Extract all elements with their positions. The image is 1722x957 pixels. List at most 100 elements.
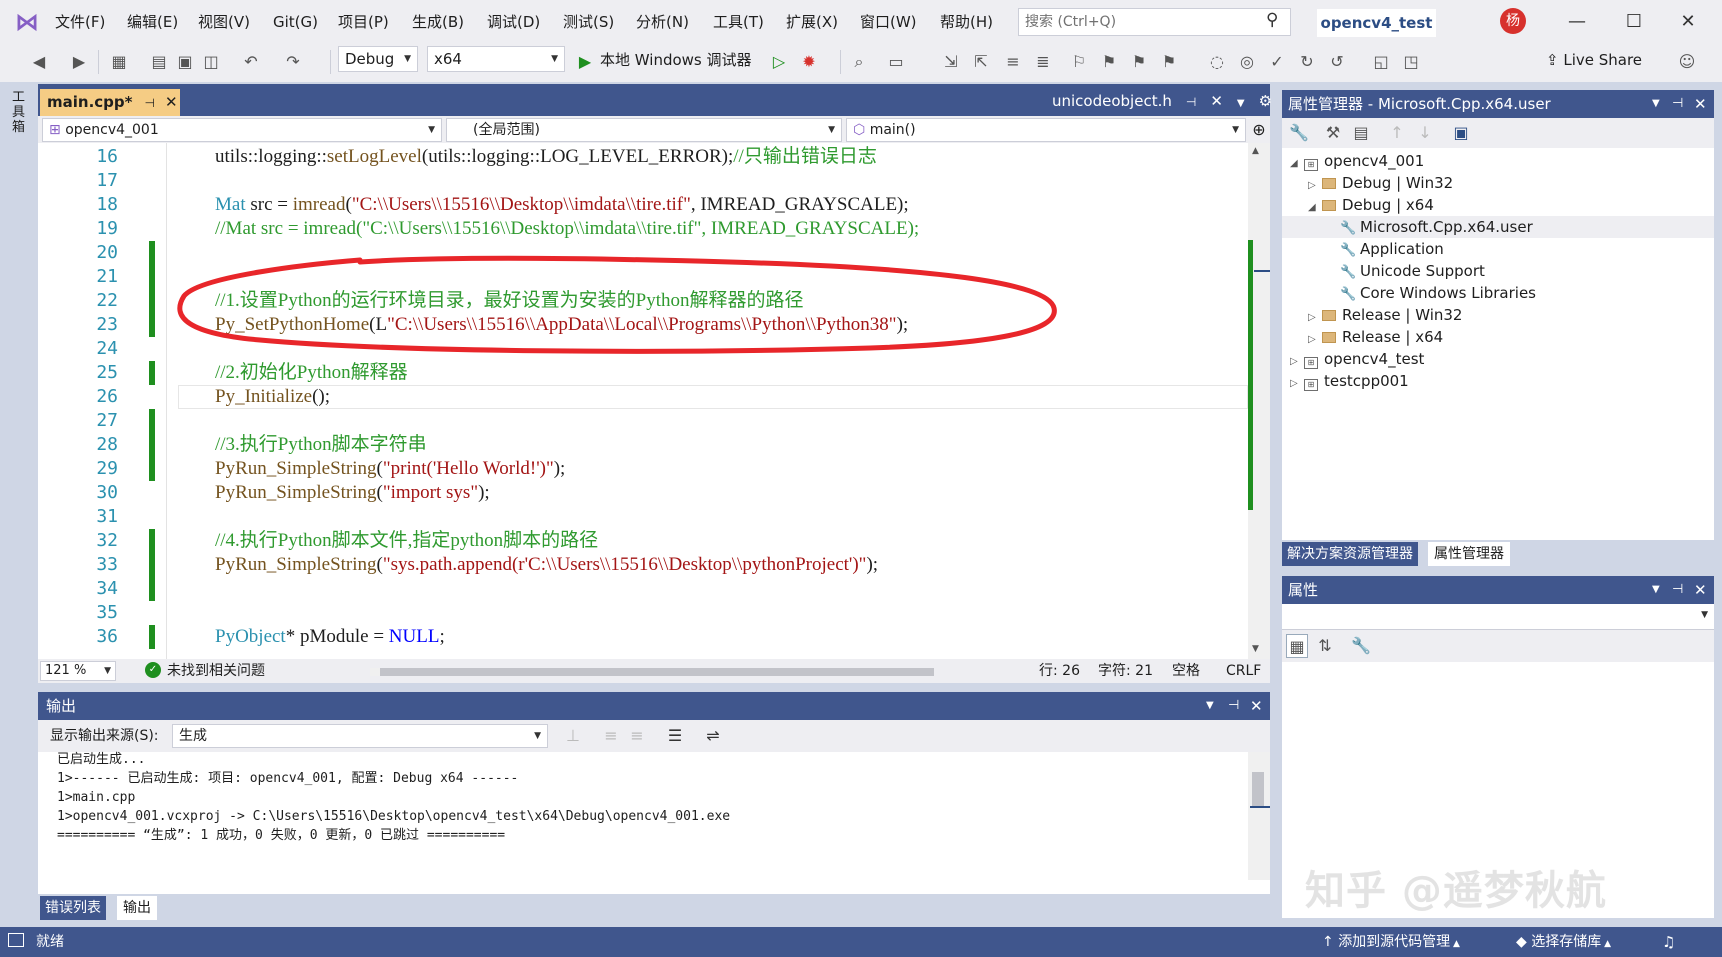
menu-analyze[interactable]: 分析(N) bbox=[636, 11, 689, 33]
expanded-icon[interactable]: ◢ bbox=[1308, 197, 1322, 219]
search-input[interactable]: 搜索 (Ctrl+Q) bbox=[1018, 8, 1291, 36]
tree-node-unicode-support[interactable]: 🔧 Unicode Support bbox=[1340, 260, 1485, 282]
pin-icon[interactable]: ⊣ bbox=[144, 96, 154, 110]
live-share-button[interactable]: ⇪ Live Share bbox=[1546, 48, 1642, 72]
properties-object-dropdown[interactable]: ▼ bbox=[1282, 604, 1714, 630]
add-to-source-control[interactable]: ↑ 添加到源代码管理 ▲ bbox=[1322, 927, 1460, 957]
menu-window[interactable]: 窗口(W) bbox=[860, 11, 917, 33]
tree-node-core-windows-libraries[interactable]: 🔧 Core Windows Libraries bbox=[1340, 282, 1536, 304]
tree-node-application[interactable]: 🔧 Application bbox=[1340, 238, 1444, 260]
code-line-32[interactable]: //4.执行Python脚本文件,指定python脚本的路径 bbox=[215, 529, 598, 553]
menu-test[interactable]: 测试(S) bbox=[563, 11, 614, 33]
categorized-icon[interactable]: ▦ bbox=[1286, 634, 1308, 658]
tab-error-list[interactable]: 错误列表 bbox=[40, 896, 106, 920]
gear-icon[interactable]: ⚙ bbox=[1259, 92, 1272, 110]
user-avatar[interactable]: 杨 bbox=[1500, 8, 1526, 34]
tree-node-release-win32[interactable]: ▷ Release | Win32 bbox=[1308, 304, 1462, 326]
tab-solution-explorer[interactable]: 解决方案资源管理器 bbox=[1282, 542, 1418, 566]
open-file-icon[interactable]: ▤ bbox=[148, 50, 170, 74]
save-icon[interactable]: ▣ bbox=[174, 50, 196, 74]
check-icon[interactable]: ✓ bbox=[1266, 50, 1288, 74]
outdent-icon[interactable]: ≡ bbox=[1002, 50, 1024, 74]
menu-help[interactable]: 帮助(H) bbox=[940, 11, 993, 33]
menu-extensions[interactable]: 扩展(X) bbox=[786, 11, 838, 33]
menu-edit[interactable]: 编辑(E) bbox=[127, 11, 178, 33]
function-nav-dropdown[interactable]: ⬡ main() ▼ bbox=[846, 118, 1246, 142]
select-repository[interactable]: ◆ 选择存储库 ▲ bbox=[1516, 927, 1611, 957]
whitespace-mode[interactable]: 空格 bbox=[1172, 659, 1200, 683]
menu-tools[interactable]: 工具(T) bbox=[713, 11, 764, 33]
move-up-icon[interactable]: ↑ bbox=[1386, 121, 1408, 145]
notifications-icon[interactable]: ♫ bbox=[1662, 927, 1675, 957]
code-line-28[interactable]: //3.执行Python脚本字符串 bbox=[215, 433, 427, 457]
scroll-up-icon[interactable]: ▲ bbox=[1252, 146, 1259, 156]
chevron-down-icon[interactable]: ▼ bbox=[1652, 576, 1660, 604]
close-icon[interactable]: ✕ bbox=[1694, 576, 1707, 604]
move-down-icon[interactable]: ↓ bbox=[1414, 121, 1436, 145]
tab-output[interactable]: 输出 bbox=[117, 896, 157, 920]
start-debug-icon[interactable]: ▶ bbox=[574, 50, 596, 74]
zoom-dropdown[interactable]: 121 % ▼ bbox=[40, 661, 116, 681]
tab-property-manager[interactable]: 属性管理器 bbox=[1428, 542, 1510, 566]
new-project-icon[interactable]: ▦ bbox=[108, 50, 130, 74]
code-line-16[interactable]: utils::logging::setLogLevel(utils::loggi… bbox=[215, 145, 877, 169]
start-without-debug-icon[interactable]: ▷ bbox=[768, 50, 790, 74]
code-line-19[interactable]: //Mat src = imread("C:\\Users\\15516\\De… bbox=[215, 217, 919, 241]
line-ending[interactable]: CRLF bbox=[1226, 659, 1261, 683]
tree-node-testcpp001[interactable]: ▷ ⊞ testcpp001 bbox=[1290, 370, 1409, 392]
add-existing-icon[interactable]: ▤ bbox=[1350, 121, 1372, 145]
output-window-icon[interactable] bbox=[8, 933, 24, 947]
horizontal-scroll-thumb[interactable] bbox=[380, 668, 934, 676]
output-scroll-thumb[interactable] bbox=[1252, 772, 1264, 808]
pin-icon[interactable]: ⊣ bbox=[1186, 95, 1196, 109]
sort-alpha-icon[interactable]: ⇅ bbox=[1314, 634, 1336, 658]
menu-view[interactable]: 视图(V) bbox=[198, 11, 250, 33]
tree-node-release-x64[interactable]: ▷ Release | x64 bbox=[1308, 326, 1443, 348]
save-icon[interactable]: ▣ bbox=[1450, 121, 1472, 145]
prev-bookmark-icon[interactable]: ⚑ bbox=[1098, 50, 1120, 74]
scroll-down-icon[interactable]: ▼ bbox=[1252, 644, 1259, 654]
tree-node-opencv4-test[interactable]: ▷ ⊞ opencv4_test bbox=[1290, 348, 1424, 370]
issues-status[interactable]: 未找到相关问题 bbox=[167, 659, 265, 683]
toolbox-tab[interactable]: 工具箱 bbox=[12, 90, 28, 135]
refresh-icon[interactable]: ↻ bbox=[1296, 50, 1318, 74]
tab-main-cpp[interactable]: main.cpp* ⊣ ✕ bbox=[40, 89, 180, 116]
tree-node-opencv4-001[interactable]: ◢ ⊞ opencv4_001 bbox=[1290, 150, 1424, 172]
prev-message-icon[interactable]: ≡ bbox=[600, 724, 622, 748]
tree-node-microsoft-cpp-x64-user[interactable]: 🔧 Microsoft.Cpp.x64.user bbox=[1340, 216, 1533, 238]
split-editor-icon[interactable]: ⊕ bbox=[1250, 118, 1268, 142]
find-in-files-icon[interactable]: ⌕ bbox=[848, 50, 870, 74]
code-line-36[interactable]: PyObject* pModule = NULL; bbox=[215, 625, 445, 649]
breakpoint-icon[interactable]: ◌ bbox=[1206, 50, 1228, 74]
chevron-down-icon[interactable]: ▼ bbox=[1652, 90, 1660, 118]
clear-bookmarks-icon[interactable]: ⚑ bbox=[1158, 50, 1180, 74]
chevron-down-icon[interactable]: ▼ bbox=[1237, 98, 1245, 109]
next-bookmark-icon[interactable]: ⚑ bbox=[1128, 50, 1150, 74]
visual-studio-logo-icon[interactable]: ⋈ bbox=[12, 8, 42, 36]
find-message-icon[interactable]: ⊥ bbox=[562, 724, 584, 748]
wrench-icon[interactable]: 🔧 bbox=[1288, 121, 1310, 145]
config-dropdown[interactable]: Debug ▼ bbox=[338, 46, 418, 72]
collapsed-icon[interactable]: ▷ bbox=[1290, 373, 1304, 395]
forward-icon[interactable]: ▶ bbox=[68, 50, 90, 74]
capture-icon[interactable]: ◎ bbox=[1236, 50, 1258, 74]
pin-icon[interactable]: ⊣ bbox=[1672, 576, 1683, 604]
menu-git[interactable]: Git(G) bbox=[273, 11, 318, 33]
back-icon[interactable]: ◀ bbox=[28, 50, 50, 74]
feedback-icon[interactable]: ☺ bbox=[1676, 50, 1698, 74]
undo-icon[interactable]: ↶ bbox=[240, 50, 262, 74]
menu-file[interactable]: 文件(F) bbox=[55, 11, 105, 33]
cursor-col[interactable]: 字符: 21 bbox=[1098, 659, 1153, 683]
tree-node-debug-x64[interactable]: ◢ Debug | x64 bbox=[1308, 194, 1434, 216]
cursor-row[interactable]: 行: 26 bbox=[1039, 659, 1080, 683]
code-line-18[interactable]: Mat src = imread("C:\\Users\\15516\\Desk… bbox=[215, 193, 909, 217]
history-icon[interactable]: ↺ bbox=[1326, 50, 1348, 74]
menu-debug[interactable]: 调试(D) bbox=[487, 11, 540, 33]
step-out-icon[interactable]: ⇱ bbox=[970, 50, 992, 74]
menu-project[interactable]: 项目(P) bbox=[338, 11, 389, 33]
indent-icon[interactable]: ≣ bbox=[1032, 50, 1054, 74]
code-line-26[interactable]: Py_Initialize(); bbox=[215, 385, 330, 409]
minimize-icon[interactable]: — bbox=[1557, 6, 1597, 38]
close-icon[interactable]: ✕ bbox=[1668, 6, 1708, 38]
code-line-25[interactable]: //2.初始化Python解释器 bbox=[215, 361, 408, 385]
